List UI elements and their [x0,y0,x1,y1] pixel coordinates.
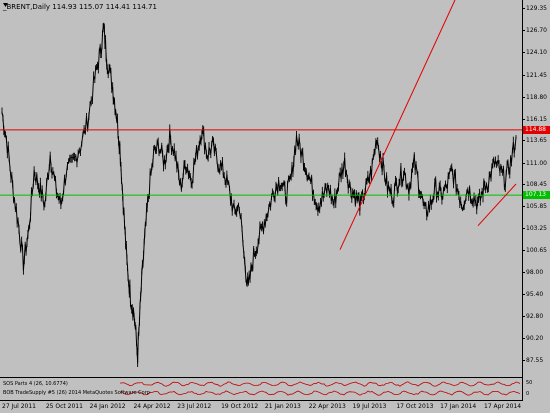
indicator-label-1: SOS Parts 4 (26, 10.6774) [3,381,68,387]
indicator-scale-top: 50 [526,380,533,386]
price-axis[interactable]: 129.35 126.70 124.10 121.45 118.80 116.15 113.… [523,0,550,377]
price-chart-svg[interactable] [0,0,522,377]
date-label: 21 Jan 2013 [264,403,301,410]
date-label: 19 Oct 2012 [221,403,259,410]
indicator-subwindow[interactable]: SOS Parts 4 (26, 10.6774) BOB TradeSuppl… [0,378,523,401]
price-tick [523,315,525,317]
price-label: 111.00 [526,159,547,167]
price-tick [523,184,525,185]
price-label: 118.80 [526,93,547,101]
chart-header: _BRENT,Daily 114.93 115.07 114.41 114.71 [3,3,157,11]
symbol-label: _BRENT,Daily [3,3,51,11]
price-label: 129.35 [526,5,547,12]
price-label: 92.80 [526,312,544,320]
price-label: 87.55 [526,357,544,364]
price-label: 95.40 [526,290,544,298]
green-line-price-tag: 107.13 [523,191,550,200]
indicator-scale-bottom: 0 [526,391,530,397]
date-label: 25 Oct 2011 [45,403,83,410]
date-label: 24 Apr 2012 [133,403,171,410]
price-label: 105.85 [526,202,547,210]
chart-window[interactable]: _BRENT,Daily 114.93 115.07 114.41 114.71… [0,0,550,413]
price-plot-area[interactable]: _BRENT,Daily 114.93 115.07 114.41 114.71 [0,0,523,378]
time-axis: 27 Jul 2011 25 Oct 2011 24 Jan 2012 24 Apr … [0,401,522,413]
price-tick [523,205,525,207]
price-tick [523,74,525,76]
price-tick [523,52,525,54]
indicator-line-1 [119,381,521,387]
indicator-label-2: BOB TradeSupply #5 (26) 2014 MetaQuotes … [3,390,150,396]
indicator-line-2 [119,390,521,396]
date-label: 17 Apr 2014 [484,403,522,410]
price-label: 98.00 [526,269,544,276]
date-label: 27 Jul 2011 [2,403,36,410]
collapse-triangle-icon[interactable] [3,3,8,7]
price-label: 124.10 [526,49,547,57]
price-label: 113.65 [526,137,547,145]
price-tick [523,119,525,121]
indicator-chart-svg [119,381,521,396]
price-tick [523,30,525,32]
date-label: 17 Jan 2014 [440,403,477,410]
price-tick [523,360,525,361]
price-label: 116.15 [526,116,547,124]
price-series-line [1,24,517,364]
price-tick [523,337,525,339]
price-label: 108.45 [526,181,547,188]
price-tick [523,272,525,273]
price-label: 126.70 [526,27,547,35]
price-tick [523,96,525,98]
price-label: 90.20 [526,334,544,342]
price-label: 100.65 [526,246,547,254]
trendline-1[interactable] [339,0,456,250]
price-label: 103.25 [526,224,547,232]
date-label: 22 Apr 2013 [308,403,346,410]
ohlc-values: 114.93 115.07 114.41 114.71 [52,3,157,11]
price-tick [523,140,525,142]
indicator-axis: 50 0 [523,378,550,400]
price-tick [523,227,525,229]
price-tick [523,249,525,251]
date-label: 23 Jul 2012 [177,403,212,410]
price-tick [523,293,525,295]
date-label: 19 Jul 2013 [352,403,387,410]
date-label: 24 Jan 2012 [89,403,126,410]
price-label: 121.45 [526,71,547,79]
price-tick [523,8,525,9]
price-tick [523,162,525,164]
date-label: 17 Oct 2013 [396,403,434,410]
red-line-price-tag: 114.88 [523,125,550,134]
